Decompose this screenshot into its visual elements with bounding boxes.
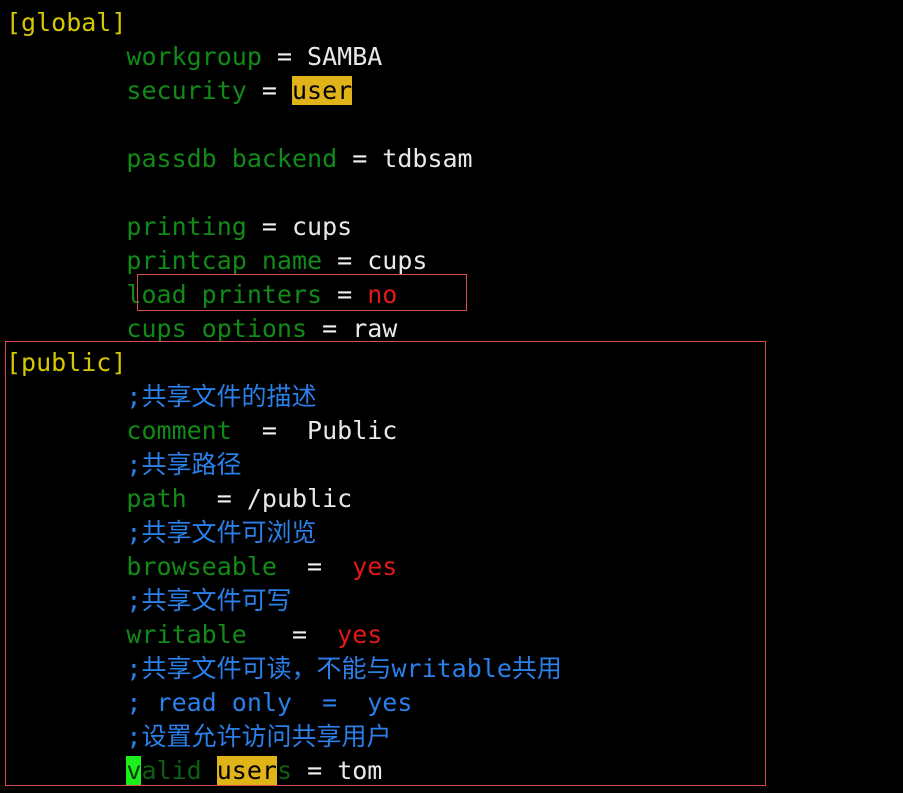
equals-operator: = [322, 246, 368, 275]
comment-text: ; read only = yes [126, 688, 413, 717]
text-cursor[interactable]: v [126, 756, 142, 785]
config-key: browseable [126, 552, 277, 581]
config-key: printing [126, 212, 247, 241]
equals-operator: = [261, 42, 308, 71]
line-read-only[interactable]: ; read only = yes [0, 686, 903, 720]
boolean-value: yes [352, 552, 398, 581]
line-path[interactable]: path = /public [0, 482, 903, 516]
comment-text: ;共享文件的描述 [126, 382, 317, 411]
config-value: alid [141, 756, 217, 785]
equals-operator: = [186, 484, 247, 513]
equals-operator: = [292, 756, 338, 785]
comment-text: ;共享路径 [126, 450, 242, 479]
line-passdb-backend[interactable]: passdb backend = tdbsam [0, 142, 903, 176]
line-comment-browseable[interactable]: ;共享文件可浏览 [0, 516, 903, 550]
line-comment-writable[interactable]: ;共享文件可写 [0, 584, 903, 618]
equals-operator: = [246, 620, 338, 649]
line-browseable[interactable]: browseable = yes [0, 550, 903, 584]
config-key: load printers [126, 280, 323, 309]
config-value: cups [367, 246, 428, 275]
config-key: cups options [126, 314, 308, 343]
equals-operator: = [276, 552, 353, 581]
line-comment-path[interactable]: ;共享路径 [0, 448, 903, 482]
line-security[interactable]: security = user [0, 74, 903, 108]
line-comment-description[interactable]: ;共享文件的描述 [0, 380, 903, 414]
line-printcap-name[interactable]: printcap name = cups [0, 244, 903, 278]
boolean-value: no [367, 280, 398, 309]
search-match-highlight: user [292, 76, 353, 105]
terminal-window[interactable]: [global] workgroup = SAMBA security = us… [0, 0, 903, 793]
config-value: cups [292, 212, 353, 241]
config-key: printcap name [126, 246, 323, 275]
config-key: workgroup [126, 42, 262, 71]
config-key: writable [126, 620, 247, 649]
comment-text: ;共享文件可读，不能与writable共用 [126, 654, 562, 683]
line-valid-users[interactable]: valid users = tom [0, 754, 903, 788]
boolean-value: yes [337, 620, 383, 649]
search-match-highlight: user [216, 756, 277, 785]
section-header: [global] [6, 8, 127, 37]
line-blank-2[interactable] [0, 176, 903, 210]
line-comment-setting[interactable]: comment = Public [0, 414, 903, 448]
config-value: raw [352, 314, 398, 343]
line-blank-1[interactable] [0, 108, 903, 142]
config-value: SAMBA [307, 42, 383, 71]
equals-operator: = [307, 314, 353, 343]
line-workgroup[interactable]: workgroup = SAMBA [0, 40, 903, 74]
config-value: s [276, 756, 293, 785]
config-value: /public [246, 484, 353, 513]
equals-operator: = [246, 212, 292, 241]
line-printing[interactable]: printing = cups [0, 210, 903, 244]
line-writable[interactable]: writable = yes [0, 618, 903, 652]
config-key: security [126, 76, 247, 105]
config-value [6, 178, 21, 207]
config-key: path [126, 484, 187, 513]
config-key: comment [126, 416, 232, 445]
config-key: passdb backend [126, 144, 338, 173]
line-comment-valid-users[interactable]: ;设置允许访问共享用户 [0, 720, 903, 754]
comment-text: ;共享文件可写 [126, 586, 292, 615]
line-global-section[interactable]: [global] [0, 6, 903, 40]
config-value [6, 110, 21, 139]
config-value: tdbsam [382, 144, 473, 173]
line-load-printers[interactable]: load printers = no [0, 278, 903, 312]
equals-operator: = [337, 144, 383, 173]
line-comment-readonly-note[interactable]: ;共享文件可读，不能与writable共用 [0, 652, 903, 686]
config-value: tom [337, 756, 383, 785]
equals-operator: = [322, 280, 368, 309]
equals-operator: = [246, 76, 292, 105]
comment-text: ;共享文件可浏览 [126, 518, 317, 547]
line-public-section[interactable]: [public] [0, 346, 903, 380]
line-cups-options[interactable]: cups options = raw [0, 312, 903, 346]
editor-text-area[interactable]: [global] workgroup = SAMBA security = us… [0, 0, 903, 788]
config-value: Public [307, 416, 398, 445]
section-header: [public] [6, 348, 127, 377]
equals-operator: = [231, 416, 308, 445]
comment-text: ;设置允许访问共享用户 [126, 722, 392, 751]
